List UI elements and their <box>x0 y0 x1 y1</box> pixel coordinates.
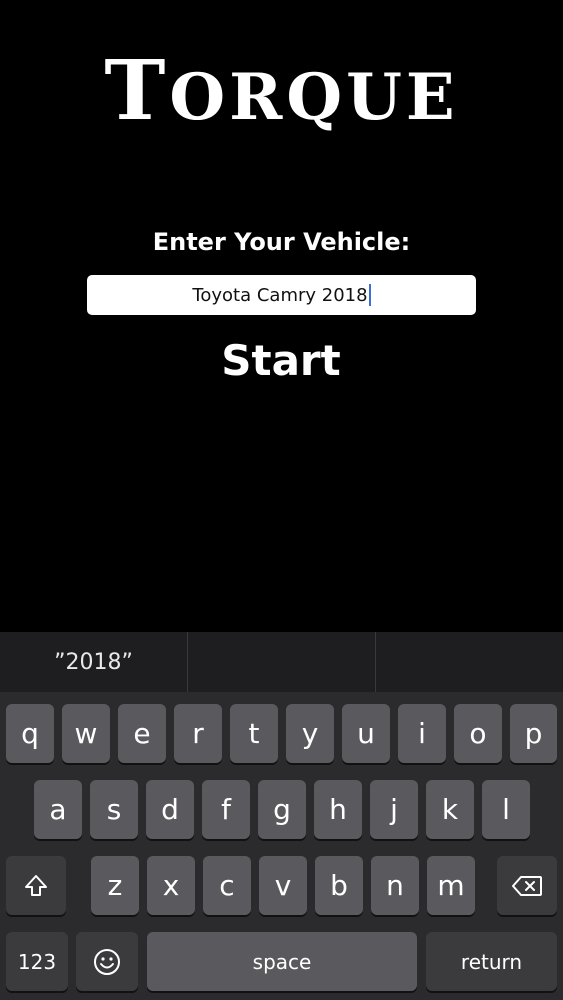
key-m[interactable]: m <box>427 856 475 915</box>
vehicle-label: Enter Your Vehicle: <box>152 228 411 256</box>
key-u[interactable]: u <box>342 704 390 763</box>
space-key[interactable]: space <box>147 932 417 991</box>
key-h[interactable]: h <box>314 780 362 839</box>
key-n[interactable]: n <box>371 856 419 915</box>
key-v[interactable]: v <box>259 856 307 915</box>
key-y[interactable]: y <box>286 704 334 763</box>
app-title-initial: T <box>104 43 170 139</box>
key-e[interactable]: e <box>118 704 166 763</box>
key-r[interactable]: r <box>174 704 222 763</box>
key-p[interactable]: p <box>510 704 557 763</box>
suggestion-bar: ”2018” <box>0 632 563 692</box>
key-d[interactable]: d <box>146 780 194 839</box>
vehicle-input-value: Toyota Camry 2018 <box>192 284 368 306</box>
vehicle-input[interactable]: Toyota Camry 2018 <box>87 275 476 315</box>
app-title-rest: ORQUE <box>169 60 459 135</box>
key-k[interactable]: k <box>426 780 474 839</box>
return-key[interactable]: return <box>426 932 557 991</box>
keyboard: ”2018” q w e r t y u i o p a s d f g h j… <box>0 632 563 1000</box>
delete-key[interactable] <box>497 856 557 915</box>
delete-icon <box>512 875 542 896</box>
key-x[interactable]: x <box>147 856 195 915</box>
key-z[interactable]: z <box>91 856 139 915</box>
key-g[interactable]: g <box>258 780 306 839</box>
key-c[interactable]: c <box>203 856 251 915</box>
key-s[interactable]: s <box>90 780 138 839</box>
shift-icon <box>25 874 47 896</box>
numbers-key[interactable]: 123 <box>6 932 68 991</box>
suggestion-1[interactable]: ”2018” <box>0 632 188 692</box>
key-j[interactable]: j <box>370 780 418 839</box>
key-t[interactable]: t <box>230 704 278 763</box>
key-a[interactable]: a <box>34 780 82 839</box>
suggestion-3[interactable] <box>376 632 563 692</box>
key-i[interactable]: i <box>398 704 446 763</box>
start-button[interactable]: Start <box>181 330 381 390</box>
app-title: TORQUE <box>0 50 563 132</box>
suggestion-2[interactable] <box>188 632 376 692</box>
shift-key[interactable] <box>6 856 66 915</box>
key-q[interactable]: q <box>6 704 54 763</box>
key-b[interactable]: b <box>315 856 363 915</box>
key-w[interactable]: w <box>62 704 110 763</box>
key-f[interactable]: f <box>202 780 250 839</box>
emoji-key[interactable] <box>76 932 138 991</box>
key-l[interactable]: l <box>482 780 530 839</box>
emoji-icon <box>94 948 120 975</box>
text-caret <box>368 284 371 306</box>
key-o[interactable]: o <box>454 704 502 763</box>
